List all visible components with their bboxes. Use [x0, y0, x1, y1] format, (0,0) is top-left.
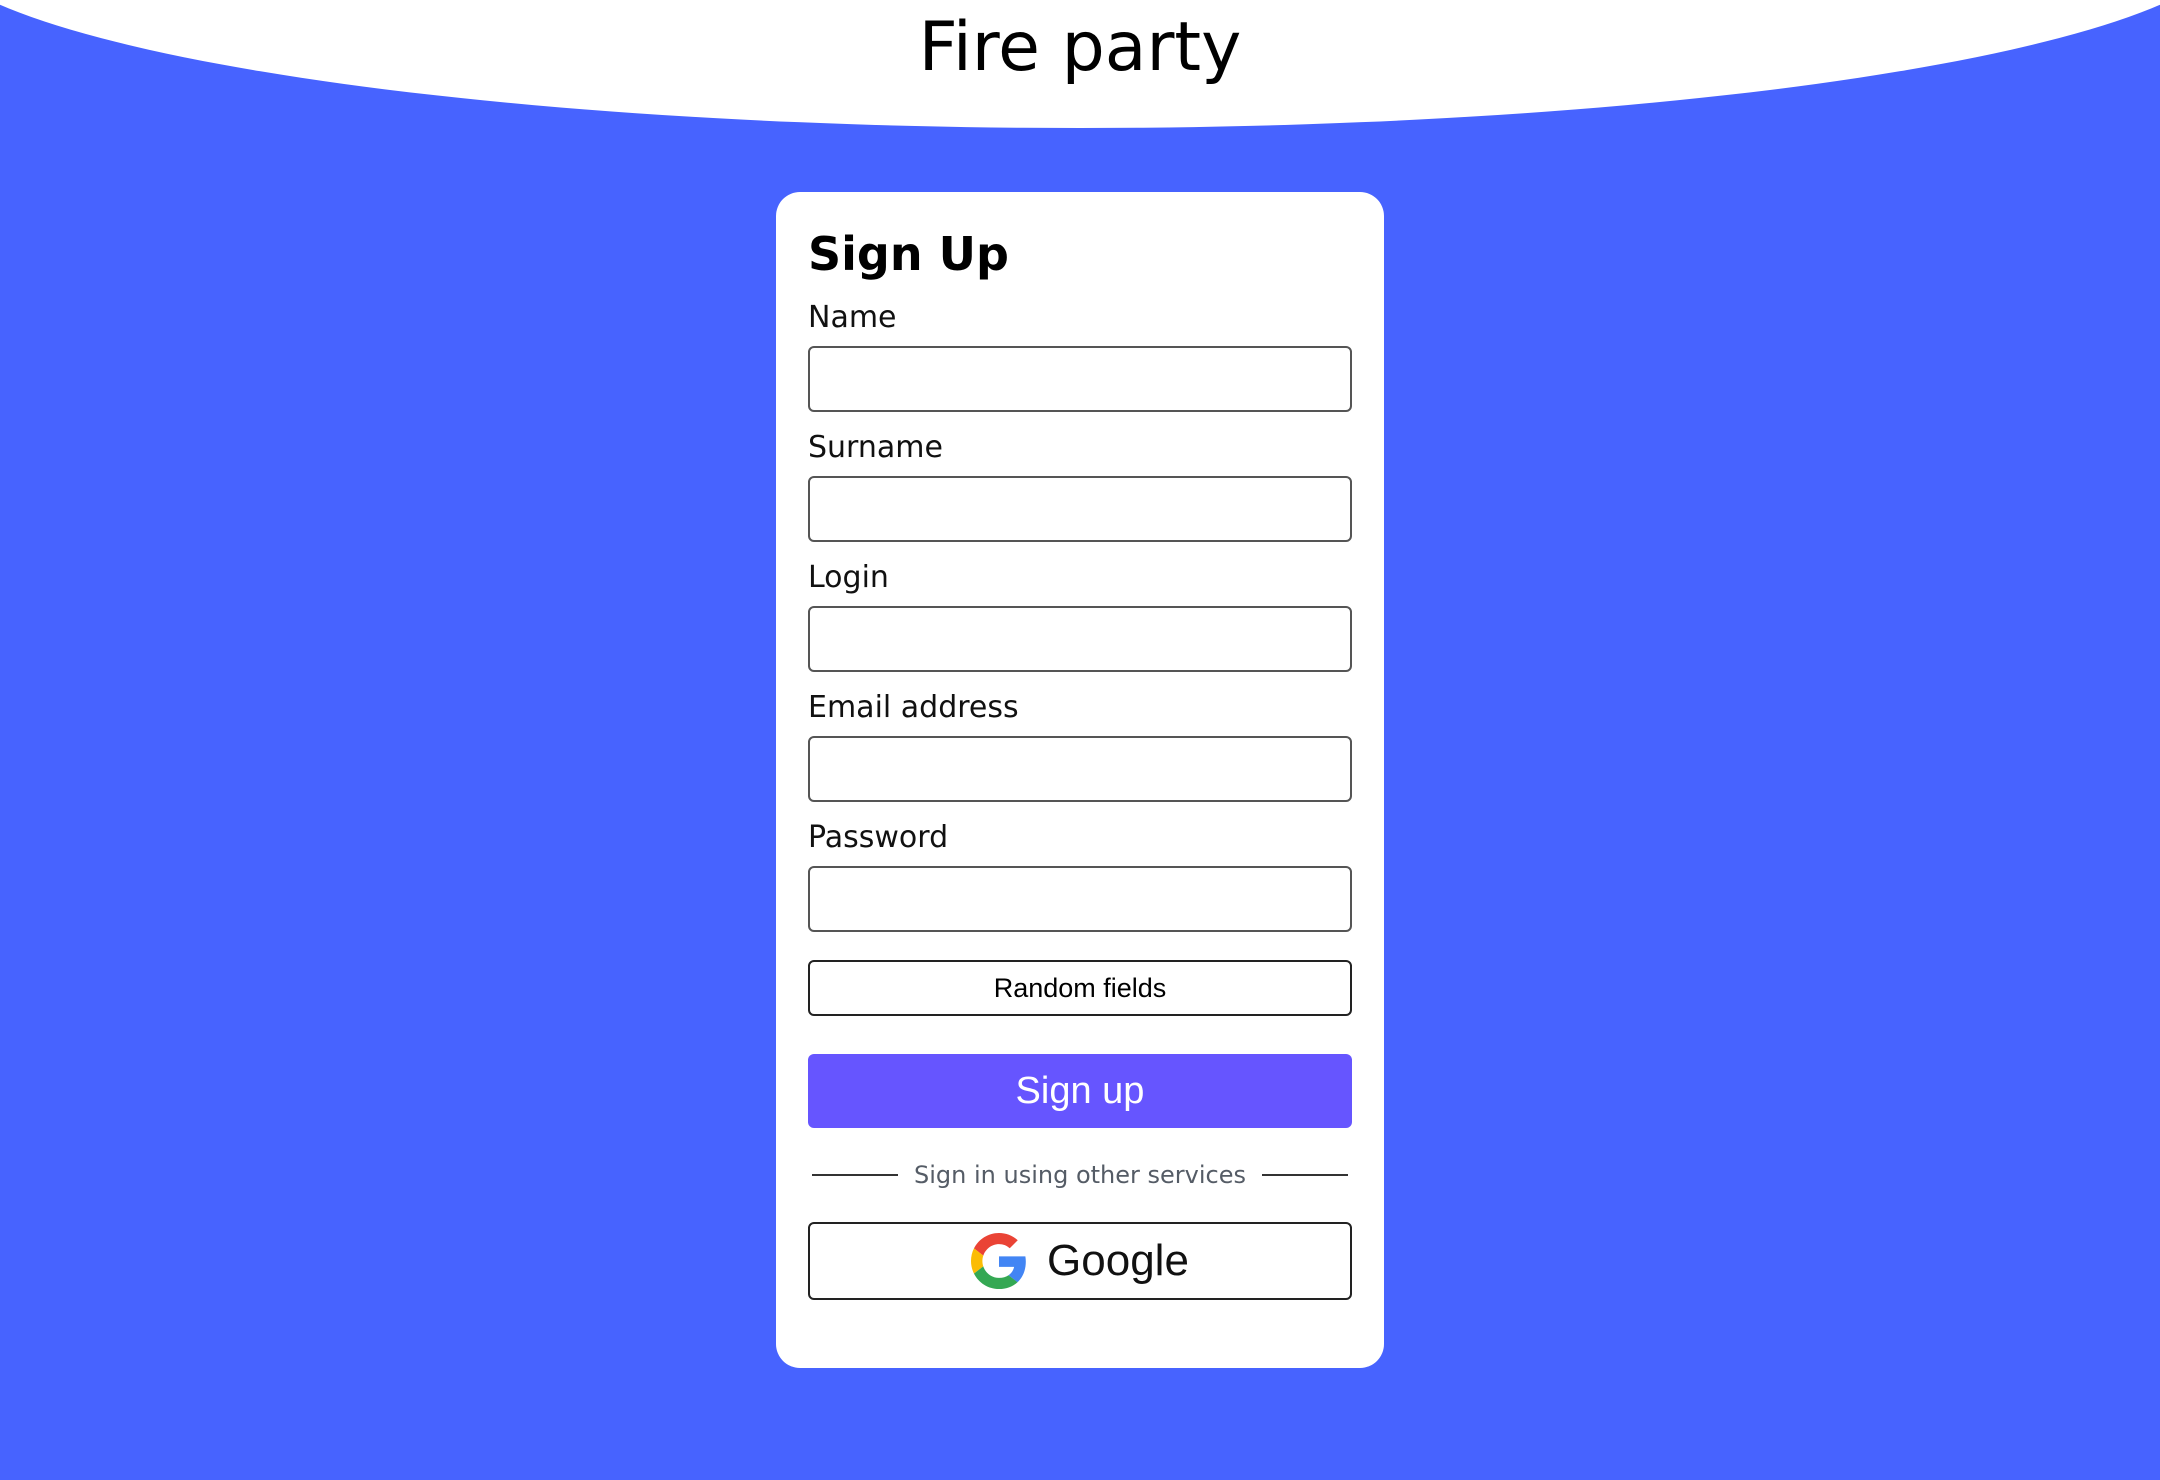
signup-card: Sign Up Name Surname Login Email address… [776, 192, 1384, 1368]
password-label: Password [808, 820, 949, 855]
password-input[interactable] [808, 866, 1352, 932]
login-field-group: Login [808, 560, 1352, 672]
divider-line-right [1261, 1174, 1348, 1176]
app-title: Fire party [918, 8, 1242, 87]
name-field-group: Name [808, 300, 1352, 412]
email-input[interactable] [808, 736, 1352, 802]
divider-text: Sign in using other services [914, 1161, 1246, 1189]
other-services-divider: Sign in using other services [808, 1158, 1352, 1192]
login-input[interactable] [808, 606, 1352, 672]
password-field-group: Password [808, 820, 1352, 932]
surname-label: Surname [808, 430, 943, 465]
random-fields-button[interactable]: Random fields [808, 960, 1352, 1016]
google-icon [971, 1233, 1027, 1289]
surname-field-group: Surname [808, 430, 1352, 542]
name-input[interactable] [808, 346, 1352, 412]
divider-line-left [812, 1174, 898, 1176]
email-label: Email address [808, 690, 1019, 725]
form-title: Sign Up [808, 227, 1009, 281]
sign-up-button[interactable]: Sign up [808, 1054, 1352, 1128]
google-label: Google [1047, 1236, 1189, 1285]
email-field-group: Email address [808, 690, 1352, 802]
login-label: Login [808, 560, 889, 595]
google-sign-in-button[interactable]: Google [808, 1222, 1352, 1300]
name-label: Name [808, 300, 897, 335]
surname-input[interactable] [808, 476, 1352, 542]
